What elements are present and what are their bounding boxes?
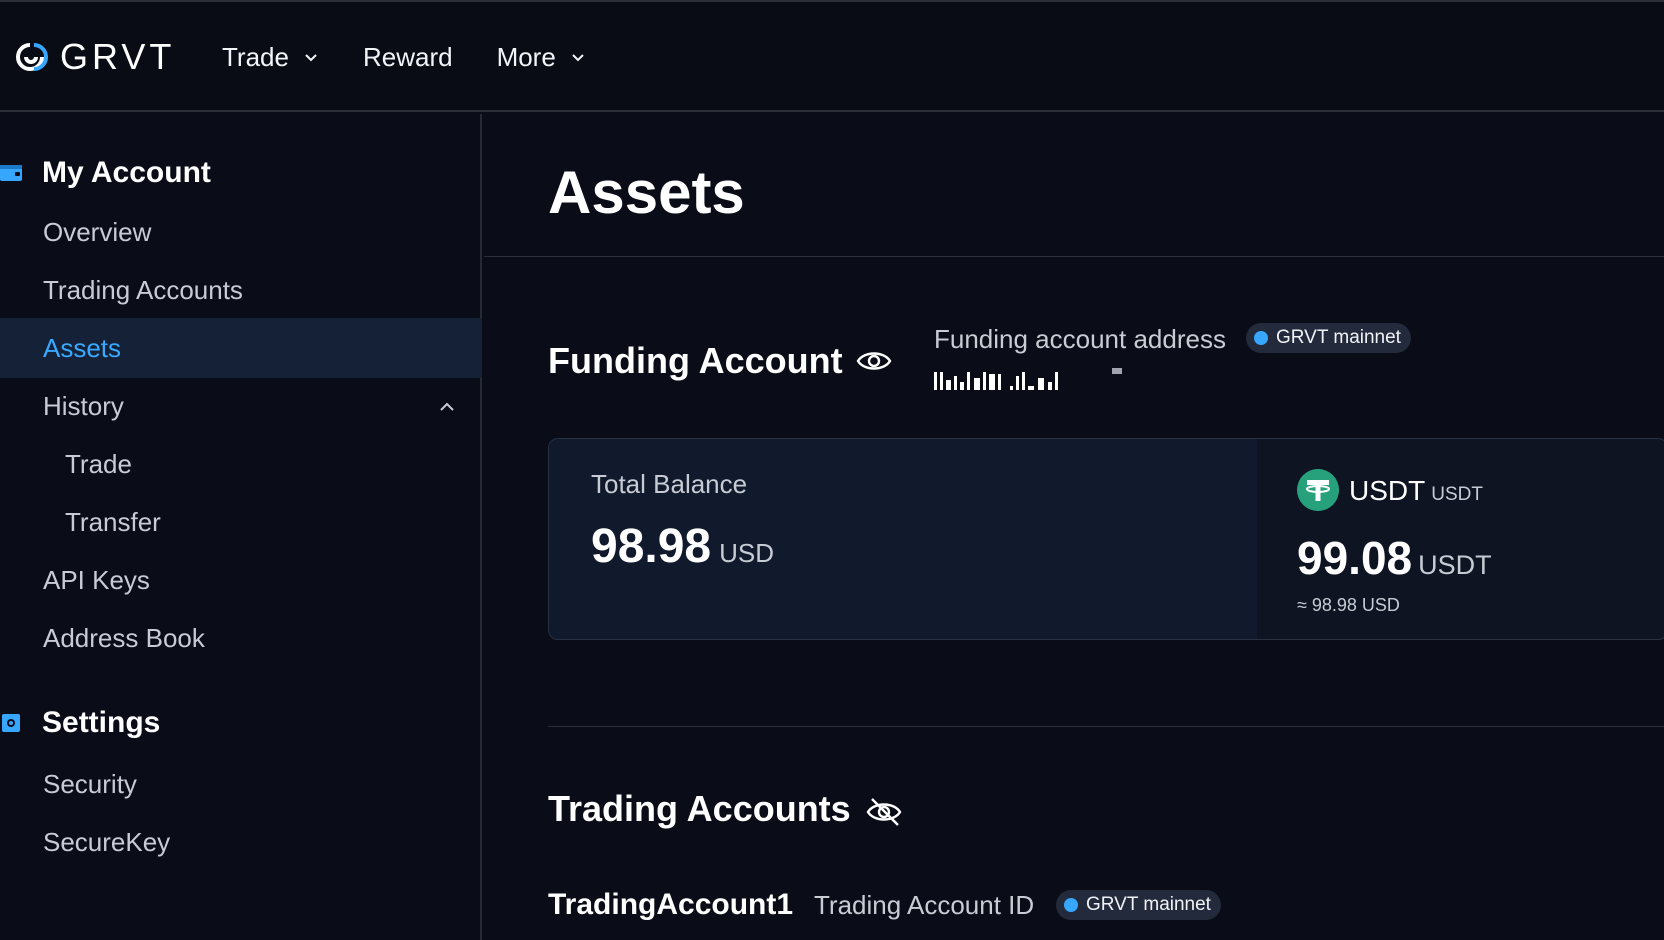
chevron-down-icon (572, 54, 584, 62)
nav-more[interactable]: More (497, 38, 586, 76)
sidebar-section-my-account: My Account (0, 156, 211, 190)
asset-amount-unit: USDT (1418, 550, 1492, 580)
asset-amount: 99.08 USDT (1297, 531, 1492, 585)
total-balance-value: 98.98 USD (591, 519, 774, 574)
sidebar-item-label: Trading Accounts (43, 274, 243, 305)
funding-balance-card: Total Balance 98.98 USD USDT USDT 99.08 USD… (548, 438, 1664, 640)
nav-trade[interactable]: Trade (222, 38, 319, 76)
sidebar-item-label: Assets (43, 332, 122, 363)
sidebar-item-label: Overview (43, 216, 152, 247)
sidebar-item-label: Transfer (65, 506, 161, 537)
nav-more-label: More (496, 41, 556, 72)
trading-accounts-title: Trading Accounts (548, 788, 851, 829)
nav-reward[interactable]: Reward (363, 38, 453, 76)
sidebar-item-api-keys[interactable]: API Keys (0, 550, 482, 610)
sidebar: My Account Overview Trading Accounts Ass… (0, 114, 482, 940)
wallet-icon (0, 165, 22, 181)
chevron-down-icon (305, 54, 317, 62)
trading-account-name[interactable]: TradingAccount1 (548, 888, 793, 922)
sidebar-item-overview[interactable]: Overview (0, 202, 482, 262)
asset-name: USDT USDT (1349, 475, 1483, 507)
nav-reward-label: Reward (362, 41, 453, 72)
funding-address-label: Funding account address (934, 324, 1226, 354)
my-account-title: My Account (42, 156, 211, 189)
sidebar-item-trading-accounts[interactable]: Trading Accounts (0, 260, 482, 320)
eye-off-icon[interactable] (866, 796, 902, 828)
eye-icon[interactable] (856, 348, 892, 374)
status-dot (1254, 331, 1268, 345)
asset-symbol: USDT (1431, 484, 1483, 505)
sidebar-item-label: SecureKey (43, 826, 171, 857)
sidebar-item-security[interactable]: Security (0, 754, 482, 814)
grvt-logo-icon (16, 43, 48, 71)
sidebar-item-label: API Keys (43, 564, 150, 595)
network-badge-label: GRVT mainnet (1276, 327, 1401, 348)
sidebar-item-label: History (43, 390, 124, 421)
asset-name-label: USDT (1349, 475, 1426, 506)
main-content: Assets Funding Account Funding account a… (484, 114, 1664, 940)
total-balance-amount: 98.98 (591, 520, 712, 573)
page-title: Assets (548, 159, 745, 226)
network-badge: GRVT mainnet (1056, 890, 1221, 920)
status-dot (1064, 898, 1078, 912)
sidebar-item-securekey[interactable]: SecureKey (0, 812, 482, 872)
divider (484, 256, 1664, 257)
asset-usd-approx: ≈ 98.98 USD (1297, 595, 1400, 615)
sidebar-item-history[interactable]: History (0, 376, 482, 436)
sidebar-item-label: Address Book (43, 622, 205, 653)
total-balance-panel: Total Balance 98.98 USD (549, 439, 1257, 639)
divider (548, 726, 1664, 727)
total-balance-unit: USD (719, 538, 775, 568)
network-badge: GRVT mainnet (1246, 323, 1411, 353)
chevron-up-icon[interactable] (438, 398, 456, 416)
sidebar-item-label: Trade (65, 448, 132, 479)
network-badge-label: GRVT mainnet (1086, 894, 1211, 915)
sidebar-item-label: Security (43, 768, 137, 799)
sidebar-section-settings: Settings (0, 706, 160, 740)
sidebar-item-address-book[interactable]: Address Book (0, 608, 482, 668)
nav-trade-label: Trade (222, 41, 289, 72)
funding-address-value[interactable] (934, 368, 1134, 390)
sidebar-item-history-trade[interactable]: Trade (0, 434, 482, 494)
grvt-logo[interactable]: GRVT (12, 36, 176, 77)
main-nav: Trade Reward More (222, 38, 630, 76)
total-balance-label: Total Balance (591, 469, 748, 499)
asset-amount-value: 99.08 (1297, 532, 1413, 584)
settings-icon (2, 714, 20, 732)
funding-account-title: Funding Account (548, 340, 843, 381)
settings-title: Settings (42, 706, 161, 739)
sidebar-item-history-transfer[interactable]: Transfer (0, 492, 482, 552)
sidebar-item-assets[interactable]: Assets (0, 318, 482, 378)
usdt-icon (1297, 469, 1339, 511)
top-navigation-bar: GRVT Trade Reward More (0, 0, 1664, 112)
trading-account-id-label: Trading Account ID (814, 890, 1035, 920)
brand-name: GRVT (60, 36, 176, 77)
